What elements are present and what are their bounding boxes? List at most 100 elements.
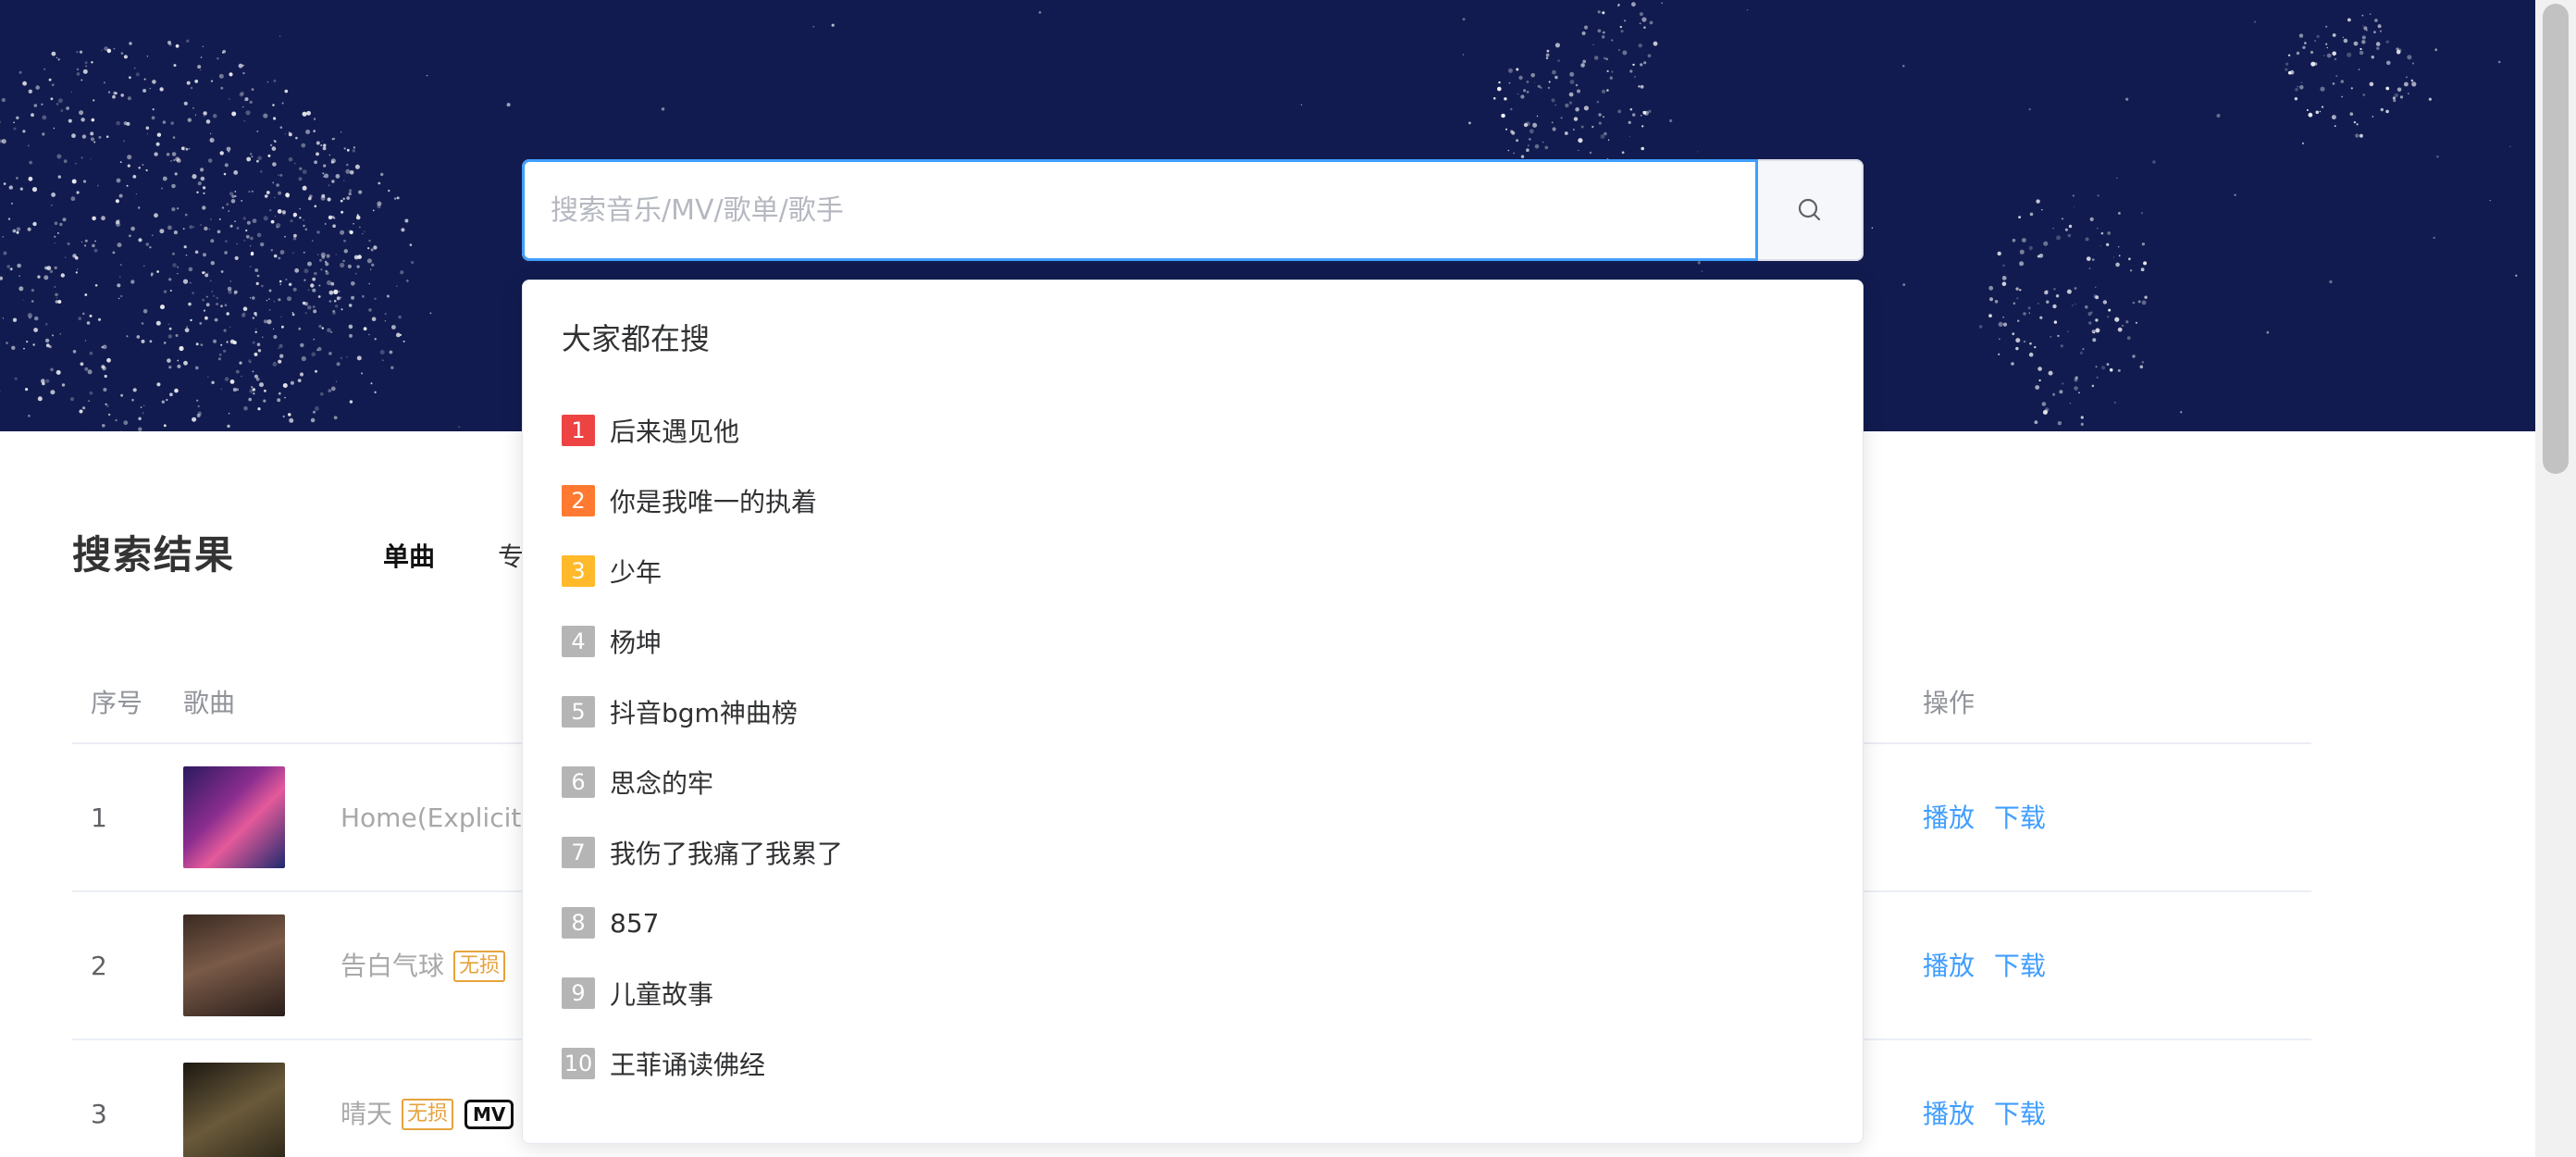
sparkle-dot [354, 272, 357, 275]
sparkle-dot [142, 89, 147, 93]
hot-search-item[interactable]: 7 我伤了我痛了我累了 [562, 817, 1820, 888]
sparkle-dot [1607, 139, 1610, 141]
sparkle-dot [2053, 320, 2058, 324]
sparkle-dot [2095, 318, 2099, 322]
song-title: 告白气球 [341, 951, 445, 981]
album-cover[interactable] [183, 1063, 285, 1157]
sparkle-dot [154, 213, 158, 218]
sparkle-dot [1653, 41, 1658, 46]
sparkle-dot [245, 234, 250, 239]
tab-singles[interactable]: 单曲 [383, 537, 436, 578]
sparkle-dot [141, 339, 145, 343]
sparkle-dot [120, 52, 124, 55]
sparkle-dot [284, 236, 286, 238]
sparkle-dot [299, 217, 302, 219]
play-button[interactable]: 播放 [1923, 802, 1975, 833]
sparkle-dot [239, 93, 244, 97]
sparkle-dot [351, 295, 355, 300]
sparkle-dot [1462, 18, 1466, 21]
album-cover[interactable] [183, 914, 285, 1016]
hot-search-item[interactable]: 8 857 [562, 888, 1820, 958]
hot-search-item[interactable]: 1 后来遇见他 [562, 395, 1820, 466]
play-button[interactable]: 播放 [1923, 951, 1975, 981]
sparkle-dot [214, 317, 218, 322]
sparkle-dot [274, 196, 276, 198]
sparkle-dot [254, 268, 259, 272]
sparkle-dot [297, 379, 302, 382]
sparkle-dot [54, 266, 57, 269]
sparkle-dot [2, 236, 4, 238]
sparkle-dot [1649, 20, 1653, 25]
search-button[interactable] [1758, 159, 1864, 261]
sparkle-dot [2106, 363, 2110, 366]
hot-search-item[interactable]: 5 抖音bgm神曲榜 [562, 677, 1820, 747]
sparkle-dot [117, 243, 122, 248]
hot-search-item[interactable]: 3 少年 [562, 536, 1820, 606]
sparkle-dot [57, 232, 59, 234]
sparkle-dot [2407, 93, 2409, 95]
hot-search-item[interactable]: 9 儿童故事 [562, 958, 1820, 1028]
sparkle-dot [2216, 114, 2221, 118]
scrollbar-thumb[interactable] [2543, 4, 2569, 474]
sparkle-dot [60, 109, 64, 112]
sparkle-dot [195, 342, 199, 346]
sparkle-dot [227, 424, 230, 429]
sparkle-dot [200, 176, 205, 181]
sparkle-dot [349, 400, 353, 404]
hot-search-item[interactable]: 4 杨坤 [562, 606, 1820, 677]
tab-albums[interactable]: 专 [498, 537, 524, 574]
sparkle-dot [313, 118, 316, 120]
song-name[interactable]: 晴天 无损 MV [341, 1040, 514, 1157]
sparkle-dot [192, 226, 195, 229]
play-button[interactable]: 播放 [1923, 1099, 1975, 1129]
sparkle-dot [2028, 312, 2031, 315]
sparkle-dot [364, 230, 365, 232]
sparkle-dot [2434, 48, 2438, 52]
sparkle-dot [7, 218, 11, 220]
sparkle-dot [396, 332, 401, 338]
sparkle-dot [1501, 113, 1505, 118]
sparkle-dot [1529, 129, 1534, 134]
sparkle-dot [0, 276, 4, 280]
sparkle-dot [2016, 297, 2019, 300]
sparkle-dot [2002, 322, 2008, 327]
sparkle-dot [233, 292, 236, 295]
row-index: 1 [91, 802, 107, 833]
download-button[interactable]: 下载 [1994, 1099, 2046, 1129]
sparkle-dot [2353, 120, 2357, 124]
column-header-song: 歌曲 [183, 688, 236, 718]
sparkle-dot [269, 209, 272, 212]
sparkle-dot [2107, 231, 2112, 235]
song-name[interactable]: 告白气球 无损 [341, 892, 506, 1040]
sparkle-dot [285, 278, 288, 281]
sparkle-dot [44, 338, 50, 343]
sparkle-dot [1606, 69, 1609, 72]
sparkle-dot [263, 113, 268, 118]
hot-search-item[interactable]: 2 你是我唯一的执着 [562, 466, 1820, 536]
hot-search-item[interactable]: 6 思念的牢 [562, 747, 1820, 817]
sparkle-dot [323, 164, 327, 168]
download-button[interactable]: 下载 [1994, 951, 2046, 981]
download-button[interactable]: 下载 [1994, 802, 2046, 833]
sparkle-dot [205, 295, 208, 298]
sparkle-dot [362, 232, 364, 235]
hot-search-item[interactable]: 10 王菲诵读佛经 [562, 1028, 1820, 1099]
sparkle-dot [2108, 308, 2112, 312]
sparkle-dot [192, 292, 195, 294]
sparkle-dot [1618, 49, 1620, 51]
sparkle-dot [1648, 109, 1652, 113]
sparkle-dot [1575, 83, 1579, 87]
mv-badge[interactable]: MV [464, 1100, 514, 1129]
album-cover[interactable] [183, 766, 285, 868]
sparkle-dot [2118, 255, 2121, 257]
sparkle-dot [273, 117, 277, 120]
hot-search-label: 你是我唯一的执着 [610, 487, 818, 517]
sparkle-dot [41, 103, 43, 106]
sparkle-dot [2044, 290, 2049, 295]
sparkle-dot [170, 121, 174, 125]
search-input[interactable] [522, 159, 1758, 261]
sparkle-dot [331, 138, 334, 141]
sparkle-dot [2362, 25, 2364, 27]
sparkle-dot [271, 146, 277, 151]
sparkle-dot [291, 312, 294, 314]
